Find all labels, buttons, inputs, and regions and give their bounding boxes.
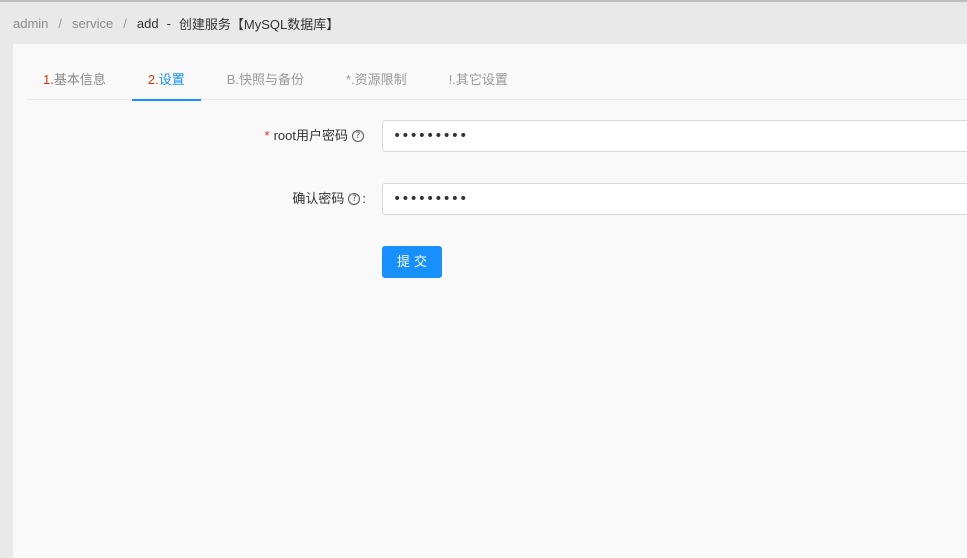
tab-step-number: 1. — [43, 72, 54, 87]
breadcrumb-separator: / — [58, 15, 63, 31]
confirm-password-label-text: 确认密码 — [292, 191, 345, 206]
label-colon: : — [362, 191, 366, 206]
tab-resource-limits[interactable]: *.资源限制 — [330, 64, 423, 100]
form-row-root-password: * root用户密码 ? ••••••••• — [13, 120, 967, 152]
confirm-password-label: 确认密码 ? : — [292, 183, 372, 215]
breadcrumb-separator: / — [123, 15, 127, 31]
breadcrumb-item-admin[interactable]: admin — [13, 16, 48, 31]
breadcrumb-item-service[interactable]: service — [72, 16, 113, 31]
tab-snapshot-backup[interactable]: B.快照与备份 — [211, 64, 320, 100]
window-top-border — [0, 0, 967, 2]
required-mark: * — [264, 128, 270, 143]
tab-label: 基本信息 — [53, 72, 106, 87]
breadcrumb-item-add: add — [136, 15, 159, 31]
tab-label: 设置 — [158, 72, 185, 87]
tab-other-settings[interactable]: !.其它设置 — [433, 64, 524, 100]
submit-button[interactable]: 提交 — [382, 246, 442, 278]
root-password-label: * root用户密码 ? — [265, 120, 372, 152]
question-circle-icon[interactable]: ? — [348, 193, 361, 205]
question-circle-icon[interactable]: ? — [352, 130, 364, 142]
root-password-input[interactable]: ••••••••• — [382, 120, 967, 152]
page-title: 创建服务【MySQL数据库】 — [178, 16, 340, 32]
form-row-confirm-password: 确认密码 ? : ••••••••• — [13, 183, 967, 215]
tab-settings[interactable]: 2.设置 — [131, 64, 201, 101]
tab-label: !.其它设置 — [448, 72, 508, 87]
step-tabs: 1.基本信息 2.设置 B.快照与备份 *.资源限制 !.其它设置 — [27, 64, 967, 101]
breadcrumb-dash: - — [166, 15, 171, 31]
breadcrumb: admin / service / add - 创建服务【MySQL数据库】 — [13, 13, 339, 33]
confirm-password-input[interactable]: ••••••••• — [382, 183, 967, 215]
root-password-label-text: root用户密码 — [273, 128, 348, 143]
tab-label: B.快照与备份 — [226, 72, 305, 87]
tab-basic-info[interactable]: 1.基本信息 — [27, 64, 122, 100]
content-panel: 1.基本信息 2.设置 B.快照与备份 *.资源限制 !.其它设置 * root… — [13, 44, 967, 558]
tab-label: *.资源限制 — [346, 72, 407, 87]
tab-step-number: 2. — [147, 72, 159, 87]
